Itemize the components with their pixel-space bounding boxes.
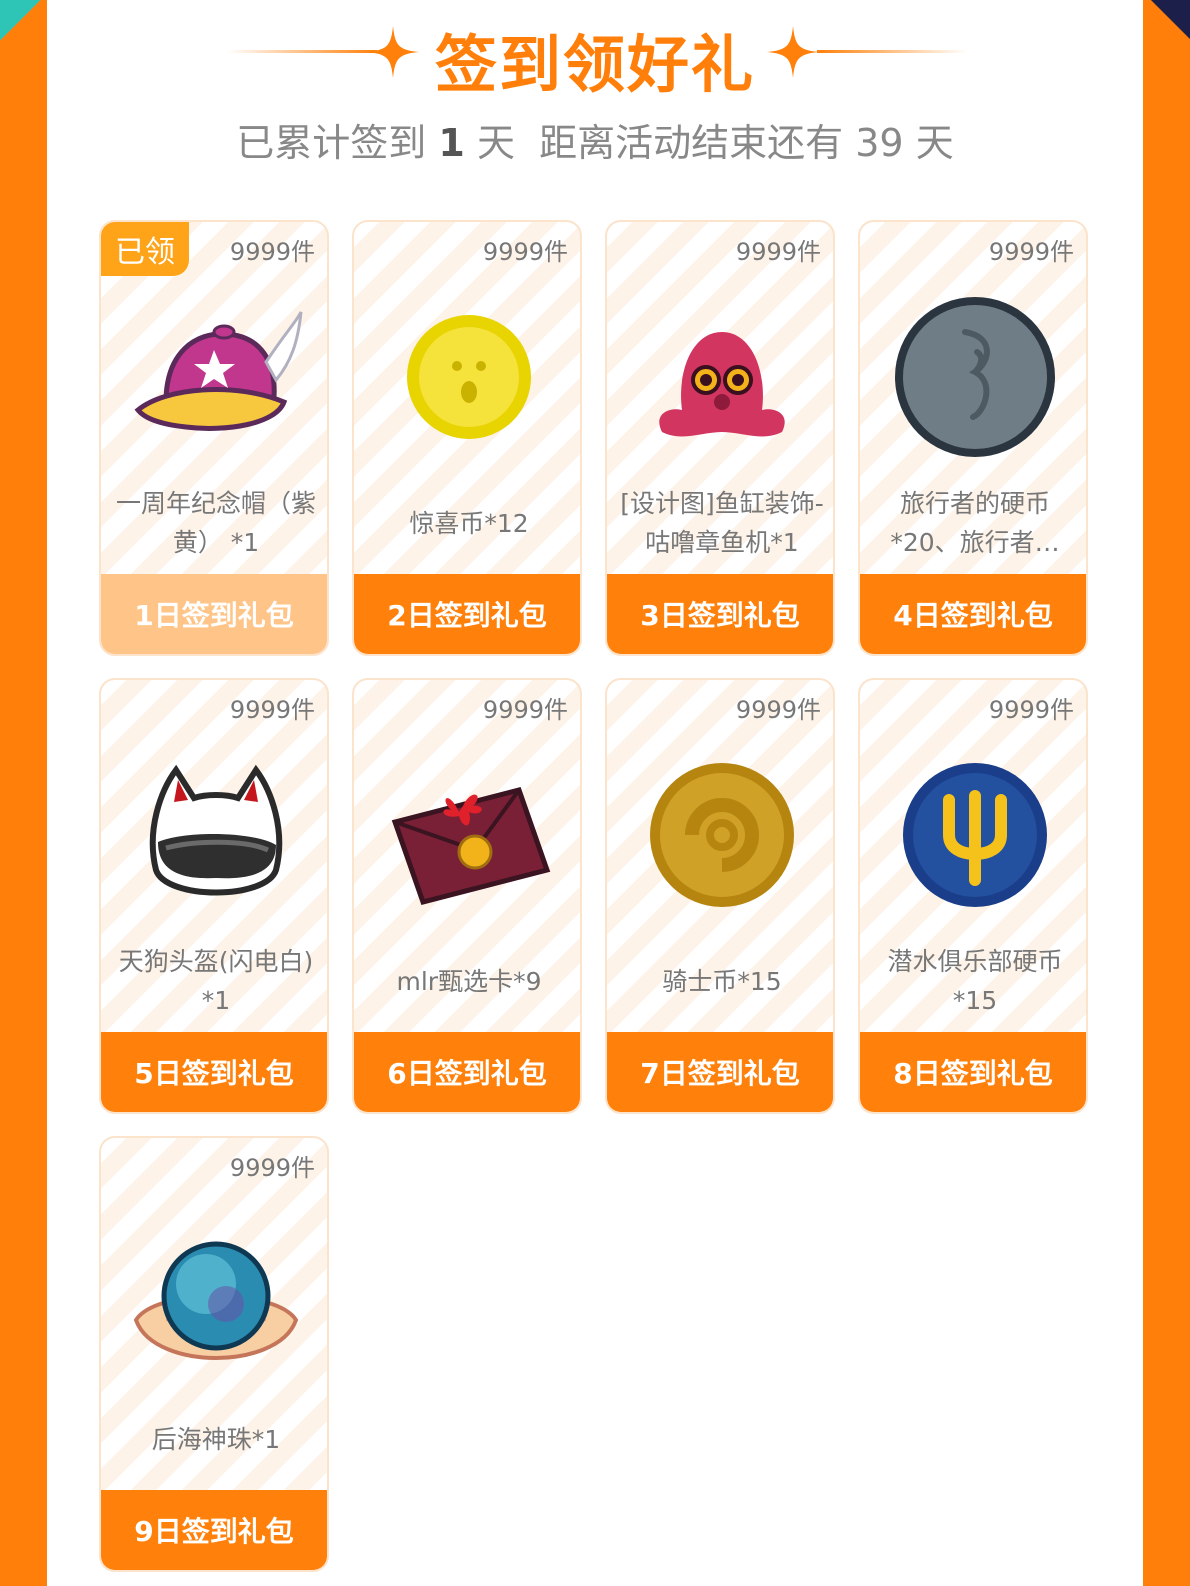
- days-unit: 天: [915, 121, 954, 165]
- package-label: 4日签到礼包: [860, 574, 1086, 654]
- reward-name: mlr甄选卡*9: [396, 966, 542, 996]
- reward-name: 天狗头盔(闪电白) *1: [118, 947, 314, 1015]
- package-label: 2日签到礼包: [354, 574, 580, 654]
- checkin-summary: 已累计签到 1 天 距离活动结束还有 39 天: [47, 112, 1143, 167]
- stock-count: 9999件: [482, 696, 568, 724]
- reward-card-day6[interactable]: 9999件 mlr甄选卡*9 6日签到礼包: [352, 678, 582, 1114]
- reward-name: 惊喜币*12: [409, 508, 529, 538]
- title-row: 签到领好礼: [47, 10, 1143, 101]
- package-label: 1日签到礼包: [101, 574, 327, 654]
- title-divider: [227, 50, 377, 53]
- page-title: 签到领好礼: [434, 28, 755, 101]
- reward-name: [设计图]鱼缸装饰-咕噜章鱼机*1: [620, 489, 824, 557]
- stock-count: 9999件: [988, 696, 1074, 724]
- title-divider: [817, 50, 967, 53]
- package-label: 9日签到礼包: [101, 1490, 327, 1570]
- reward-name: 旅行者的硬币*20、旅行者…: [890, 489, 1060, 557]
- reward-card-day1[interactable]: 已领 9999件 一周年纪念帽（紫黄） *1 1日签到礼包: [99, 220, 329, 656]
- summary-prefix: 已累计签到: [236, 121, 427, 165]
- stock-count: 9999件: [229, 696, 315, 724]
- reward-name: 后海神珠*1: [151, 1424, 281, 1454]
- card-envelope-icon: [391, 787, 551, 905]
- pearl-icon: [133, 1241, 299, 1361]
- package-label: 5日签到礼包: [101, 1032, 327, 1112]
- helmet-icon: [149, 764, 283, 896]
- reward-card-day4[interactable]: 9999件 旅行者的硬币*20、旅行者… 4日签到礼包: [858, 220, 1088, 656]
- claimed-badge: 已领: [101, 222, 189, 276]
- checkin-panel: 签到领好礼 已累计签到 1 天 距离活动结束还有 39 天 已领 9999件 一…: [47, 0, 1143, 1586]
- octopus-icon: [659, 332, 785, 437]
- reward-card-day3[interactable]: 9999件 [设计图]鱼缸装饰-咕噜章鱼机*1 3日签到礼包: [605, 220, 835, 656]
- surprise-coin-icon: [407, 315, 531, 439]
- reward-name: 潜水俱乐部硬币*15: [887, 947, 1063, 1015]
- stock-count: 9999件: [735, 238, 821, 266]
- sparkle-icon: [767, 26, 819, 78]
- reward-name: 一周年纪念帽（紫黄） *1: [115, 489, 316, 557]
- remaining-label: 距离活动结束还有: [539, 121, 844, 165]
- diving-coin-icon: [903, 763, 1047, 907]
- cap-icon: [134, 311, 303, 431]
- package-label: 8日签到礼包: [860, 1032, 1086, 1112]
- package-label: 7日签到礼包: [607, 1032, 833, 1112]
- days-unit: 天: [476, 121, 515, 165]
- remaining-days: 39: [855, 121, 904, 165]
- checked-days: 1: [438, 121, 465, 165]
- reward-card-day8[interactable]: 9999件 潜水俱乐部硬币*15 8日签到礼包: [858, 678, 1088, 1114]
- package-label: 6日签到礼包: [354, 1032, 580, 1112]
- traveler-coin-icon: [895, 297, 1055, 457]
- stock-count: 9999件: [735, 696, 821, 724]
- reward-card-day9[interactable]: 9999件 后海神珠*1 9日签到礼包: [99, 1136, 329, 1572]
- package-label: 3日签到礼包: [607, 574, 833, 654]
- stock-count: 9999件: [229, 1154, 315, 1182]
- stock-count: 9999件: [988, 238, 1074, 266]
- reward-card-day5[interactable]: 9999件 天狗头盔(闪电白) *1 5日签到礼包: [99, 678, 329, 1114]
- reward-card-day7[interactable]: 9999件 骑士币*15 7日签到礼包: [605, 678, 835, 1114]
- reward-name: 骑士币*15: [662, 966, 782, 996]
- knight-coin-icon: [650, 763, 794, 907]
- stock-count: 9999件: [482, 238, 568, 266]
- stock-count: 9999件: [229, 238, 315, 266]
- reward-card-day2[interactable]: 9999件 惊喜币*12 2日签到礼包: [352, 220, 582, 656]
- sparkle-icon: [367, 26, 419, 78]
